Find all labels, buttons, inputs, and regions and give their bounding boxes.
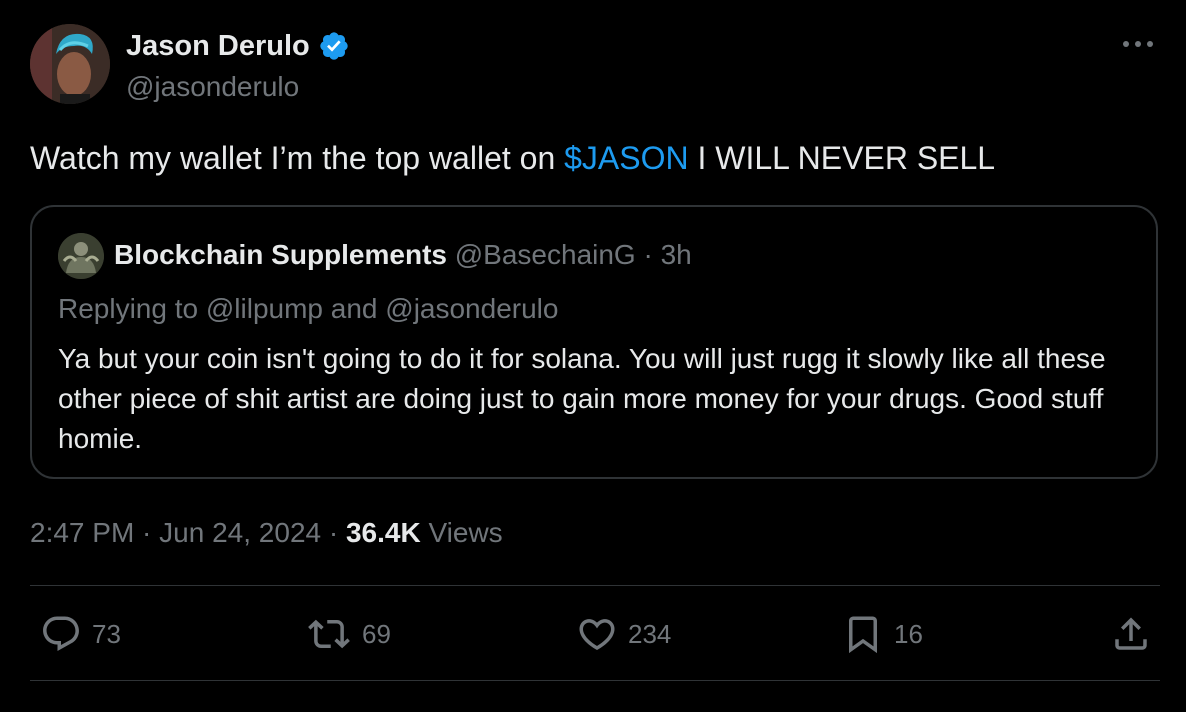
tweet-date[interactable]: Jun 24, 2024 — [159, 517, 321, 548]
like-button[interactable]: 234 — [576, 606, 671, 662]
divider — [30, 680, 1160, 681]
bookmark-button[interactable]: 16 — [842, 606, 923, 662]
meta-separator: · — [134, 517, 160, 548]
quoted-header: Blockchain Supplements @BasechainG · 3h — [114, 237, 692, 273]
views-label: Views — [420, 517, 503, 548]
quoted-author-name[interactable]: Blockchain Supplements — [114, 239, 447, 270]
more-dots-icon — [1123, 41, 1153, 47]
author-avatar[interactable] — [30, 24, 110, 104]
tweet-text-before: Watch my wallet I’m the top wallet on — [30, 140, 565, 176]
author-name[interactable]: Jason Derulo — [126, 28, 350, 64]
reply-count: 73 — [92, 618, 121, 649]
reply-button[interactable]: 73 — [40, 606, 121, 662]
more-options-button[interactable] — [1118, 28, 1158, 60]
repost-count: 69 — [362, 618, 391, 649]
quoted-avatar[interactable] — [58, 233, 104, 279]
tweet-text-after: I WILL NEVER SELL — [688, 140, 996, 176]
divider — [30, 585, 1160, 586]
share-button[interactable] — [1110, 606, 1152, 662]
verified-badge-icon[interactable] — [318, 30, 350, 62]
replying-to-line: Replying to @lilpump and @jasonderulo — [58, 293, 559, 324]
repost-button[interactable]: 69 — [306, 606, 391, 662]
bookmark-count: 16 — [894, 618, 923, 649]
meta-separator: · — [321, 517, 346, 548]
tweet-time[interactable]: 2:47 PM — [30, 517, 134, 548]
quoted-body: Ya but your coin isn't going to do it fo… — [58, 343, 1106, 454]
quoted-author-handle[interactable]: @BasechainG — [455, 239, 636, 270]
author-handle[interactable]: @jasonderulo — [126, 70, 299, 104]
reply-icon — [43, 616, 79, 651]
cashtag-link[interactable]: $JASON — [564, 140, 688, 176]
quoted-separator: · — [635, 239, 661, 270]
tweet-metadata: 2:47 PM · Jun 24, 2024 · 36.4K Views — [30, 514, 503, 552]
heart-icon — [579, 619, 615, 651]
bookmark-icon — [849, 616, 877, 654]
like-count: 234 — [628, 618, 672, 649]
share-icon — [1115, 617, 1147, 650]
quoted-tweet[interactable]: Blockchain Supplements @BasechainG · 3h … — [30, 205, 1158, 479]
action-bar: 73 69 234 16 — [0, 606, 1186, 662]
author-name-text[interactable]: Jason Derulo — [126, 28, 310, 64]
quoted-age[interactable]: 3h — [661, 239, 692, 270]
repost-icon — [308, 619, 350, 649]
tweet-text: Watch my wallet I’m the top wallet on $J… — [30, 138, 995, 178]
tweet: Jason Derulo @jasonderulo Watch my walle… — [0, 0, 1186, 712]
views-count: 36.4K — [345, 517, 421, 548]
